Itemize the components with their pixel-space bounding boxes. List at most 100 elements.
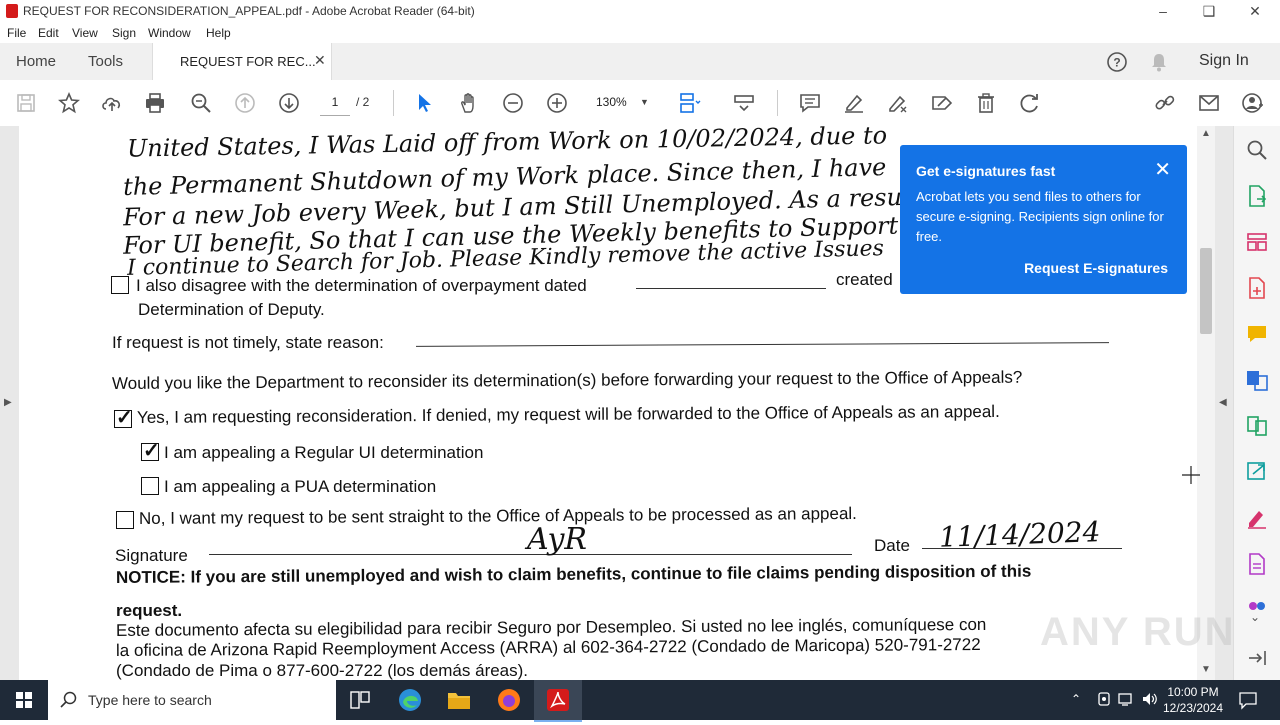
acrobat-logo-icon <box>6 4 18 18</box>
share-link-icon[interactable] <box>1153 91 1177 115</box>
zoom-out-icon[interactable] <box>501 91 525 115</box>
menu-edit[interactable]: Edit <box>38 26 59 40</box>
esignature-promo-popup: Get e-signatures fast ✕ Acrobat lets you… <box>900 145 1187 294</box>
organize-pages-icon[interactable] <box>1245 230 1269 254</box>
menu-window[interactable]: Window <box>148 26 191 40</box>
fill-sign-icon[interactable] <box>930 91 954 115</box>
draw-pen-icon[interactable] <box>886 91 910 115</box>
comment-panel-icon[interactable] <box>1245 322 1269 346</box>
scroll-up-icon[interactable]: ▲ <box>1201 128 1211 139</box>
close-window-button[interactable]: ✕ <box>1232 0 1278 22</box>
tray-chevron-up-icon[interactable]: ⌃ <box>1071 692 1081 706</box>
file-explorer-icon[interactable] <box>446 688 472 712</box>
windows-taskbar: Type here to search ⌃ 10:00 PM 12/23/202… <box>0 680 1280 722</box>
overpayment-label-line2: Determination of Deputy. <box>138 300 325 319</box>
task-view-icon[interactable] <box>347 688 373 712</box>
delete-trash-icon[interactable] <box>974 91 998 115</box>
menu-view[interactable]: View <box>72 26 98 40</box>
minimize-button[interactable]: – <box>1140 0 1186 22</box>
close-tab-icon[interactable]: ✕ <box>314 52 326 69</box>
export-pdf-icon[interactable] <box>1245 184 1269 208</box>
save-icon[interactable] <box>14 91 38 115</box>
overpayment-created-label: created <box>836 270 893 289</box>
pua-label: I am appealing a PUA determination <box>164 477 437 496</box>
regular-ui-checkbox[interactable]: ✓ <box>141 440 160 462</box>
page-number-input[interactable]: 1 <box>320 89 350 116</box>
menu-sign[interactable]: Sign <box>112 26 136 40</box>
collapse-panel-icon[interactable] <box>1245 646 1269 670</box>
rotate-icon[interactable] <box>1018 91 1042 115</box>
zoom-in-icon[interactable] <box>545 91 569 115</box>
overpayment-checkbox[interactable] <box>111 276 129 294</box>
edge-browser-icon[interactable] <box>397 688 423 712</box>
page-total-label: / 2 <box>356 95 370 109</box>
start-button[interactable] <box>0 680 48 720</box>
notifications-bell-icon[interactable] <box>1150 52 1168 72</box>
vertical-scrollbar[interactable]: ▲ ▼ <box>1197 126 1215 680</box>
bookmark-star-icon[interactable] <box>57 91 81 115</box>
taskbar-clock[interactable]: 10:00 PM 12/23/2024 <box>1158 684 1228 716</box>
volume-icon[interactable] <box>1141 691 1159 707</box>
print-icon[interactable] <box>143 91 167 115</box>
reconsider-question: Would you like the Department to reconsi… <box>111 367 1023 393</box>
scrollbar-thumb[interactable] <box>1200 248 1212 334</box>
pua-checkbox[interactable] <box>141 477 159 495</box>
chevron-down-icon[interactable]: ⌄ <box>1250 610 1260 624</box>
right-panel-toggle-icon[interactable]: ◀ <box>1219 397 1227 408</box>
sign-in-button[interactable]: Sign In <box>1199 52 1249 70</box>
signature-value: AyR <box>527 522 587 557</box>
page-display-icon[interactable] <box>678 91 702 115</box>
tab-document[interactable]: REQUEST FOR REC... ✕ <box>152 43 332 80</box>
search-icon <box>60 691 77 708</box>
compress-pdf-icon[interactable] <box>1245 414 1269 438</box>
menu-bar: File Edit View Sign Window Help <box>0 22 1280 43</box>
title-bar: REQUEST FOR RECONSIDERATION_APPEAL.pdf -… <box>0 0 1280 22</box>
hand-tool-icon[interactable] <box>457 91 481 115</box>
combine-files-icon[interactable] <box>1245 368 1269 392</box>
tab-tools[interactable]: Tools <box>88 53 123 70</box>
edit-pdf-icon[interactable] <box>1245 552 1269 576</box>
date-value: 11/14/2024 <box>938 515 1101 554</box>
firefox-icon[interactable] <box>496 688 522 712</box>
left-panel-toggle-icon[interactable]: ▶ <box>4 397 12 408</box>
upload-cloud-icon[interactable] <box>100 91 124 115</box>
no-appeal-checkbox[interactable] <box>116 511 134 529</box>
menu-file[interactable]: File <box>7 26 26 40</box>
send-file-icon[interactable] <box>1245 460 1269 484</box>
tab-home[interactable]: Home <box>16 53 56 70</box>
toolbar: 1 / 2 130% ▼ <box>0 80 1280 127</box>
popup-close-icon[interactable]: ✕ <box>1154 157 1171 182</box>
more-tools-icon[interactable] <box>1245 594 1269 610</box>
tray-device-icon[interactable] <box>1096 691 1112 707</box>
restore-button[interactable]: ❑ <box>1186 0 1232 22</box>
previous-page-icon[interactable] <box>233 91 257 115</box>
tab-document-label: REQUEST FOR REC... <box>180 54 316 69</box>
notification-center-icon[interactable] <box>1238 690 1258 710</box>
zoom-level-select[interactable]: 130% ▼ <box>590 89 656 115</box>
scrolling-mode-icon[interactable] <box>732 91 756 115</box>
menu-help[interactable]: Help <box>206 26 231 40</box>
share-user-icon[interactable] <box>1241 91 1265 115</box>
zoom-search-icon[interactable] <box>189 91 213 115</box>
windows-logo-icon <box>16 692 32 708</box>
window-title: REQUEST FOR RECONSIDERATION_APPEAL.pdf -… <box>23 4 475 18</box>
email-icon[interactable] <box>1197 91 1221 115</box>
help-icon[interactable]: ? <box>1106 51 1128 73</box>
create-pdf-icon[interactable] <box>1245 276 1269 300</box>
comment-icon[interactable] <box>798 91 822 115</box>
scroll-down-icon[interactable]: ▼ <box>1201 664 1211 675</box>
acrobat-taskbar-button[interactable] <box>534 680 582 722</box>
network-icon[interactable] <box>1118 691 1136 707</box>
fill-sign-panel-icon[interactable] <box>1245 506 1269 530</box>
highlight-pen-icon[interactable] <box>842 91 866 115</box>
notice-line: NOTICE: If you are still unemployed and … <box>115 561 1032 587</box>
search-zoom-icon[interactable] <box>1245 138 1269 162</box>
clock-time: 10:00 PM <box>1167 685 1219 699</box>
taskbar-search-box[interactable]: Type here to search <box>48 680 336 720</box>
toolbar-divider <box>393 90 394 116</box>
yes-reconsider-checkbox[interactable]: ✓ <box>114 407 133 429</box>
request-esignatures-button[interactable]: Request E-signatures <box>1024 260 1168 276</box>
select-cursor-icon[interactable] <box>413 91 437 115</box>
regular-ui-label: I am appealing a Regular UI determinatio… <box>164 443 484 462</box>
next-page-icon[interactable] <box>277 91 301 115</box>
